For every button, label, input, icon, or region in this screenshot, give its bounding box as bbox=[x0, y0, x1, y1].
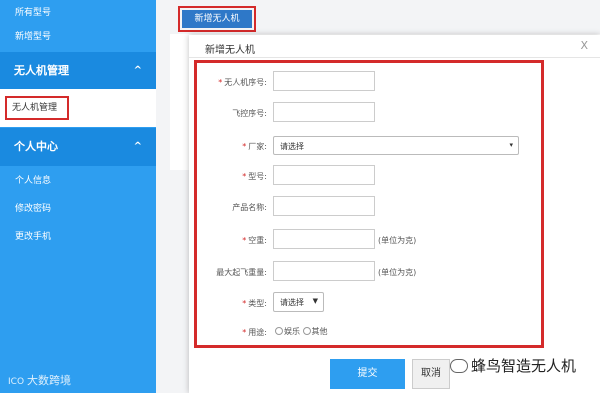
sidebar-item-all-models[interactable]: 所有型号 bbox=[0, 0, 156, 26]
required-mark: * bbox=[218, 78, 223, 87]
required-mark: * bbox=[242, 299, 247, 308]
empty-weight-unit: (单位为克) bbox=[378, 236, 417, 245]
usage-option-other[interactable]: 其他 bbox=[302, 327, 328, 336]
wechat-icon bbox=[450, 359, 468, 373]
max-takeoff-weight-input[interactable] bbox=[273, 261, 375, 281]
usage-label: * 用途: bbox=[197, 327, 267, 338]
required-mark: * bbox=[242, 142, 247, 151]
chevron-up-icon: ^ bbox=[133, 141, 142, 152]
model-input[interactable] bbox=[273, 165, 375, 185]
max-takeoff-weight-unit: (单位为克) bbox=[378, 268, 417, 277]
sidebar-item-label: 所有型号 bbox=[15, 8, 52, 18]
required-mark: * bbox=[242, 328, 247, 337]
sidebar-item-label: 修改密码 bbox=[15, 204, 52, 214]
label-text: 用途: bbox=[248, 328, 267, 337]
controller-serial-input[interactable] bbox=[273, 102, 375, 122]
usage-option-entertainment[interactable]: 娱乐 bbox=[275, 327, 300, 336]
sidebar-item-label: 新增型号 bbox=[15, 32, 52, 42]
type-label: * 类型: bbox=[197, 298, 267, 309]
add-drone-dialog: 新增无人机 X * 无人机序号: 飞控序号: * 厂家: 请选择 ▾ * 型号: 产品… bbox=[189, 35, 600, 393]
sidebar-item-change-password[interactable]: 修改密码 bbox=[0, 196, 156, 222]
required-mark: * bbox=[242, 172, 247, 181]
required-mark: * bbox=[242, 236, 247, 245]
product-name-input[interactable] bbox=[273, 196, 375, 216]
radio-icon bbox=[275, 327, 283, 335]
watermark-text: 蜂鸟智造无人机 bbox=[471, 357, 577, 375]
chevron-up-icon: ^ bbox=[133, 65, 142, 76]
submit-button[interactable]: 提交 bbox=[330, 359, 405, 389]
radio-label: 其他 bbox=[311, 327, 328, 336]
select-value: 请选择 bbox=[280, 298, 304, 307]
manufacturer-label: * 厂家: bbox=[197, 141, 267, 152]
manufacturer-select[interactable]: 请选择 ▾ bbox=[273, 136, 519, 155]
divider bbox=[189, 57, 600, 58]
sidebar-item-drone-management[interactable]: 无人机管理 bbox=[0, 89, 156, 127]
sidebar-item-label: 更改手机 bbox=[15, 232, 52, 242]
brand-logo: ICO 大数跨境 bbox=[8, 372, 71, 388]
max-takeoff-weight-label: 最大起飞重量: bbox=[197, 267, 267, 278]
logo-mark: ICO bbox=[8, 377, 25, 387]
label-text: 无人机序号: bbox=[224, 78, 267, 87]
sidebar-group-drone-management[interactable]: 无人机管理 ^ bbox=[0, 52, 156, 90]
label-text: 厂家: bbox=[248, 142, 267, 151]
radio-icon bbox=[302, 327, 311, 335]
sidebar-group-label: 无人机管理 bbox=[14, 64, 69, 77]
empty-weight-label: * 空重: bbox=[197, 235, 267, 246]
sidebar-group-label: 个人中心 bbox=[14, 140, 58, 153]
label-text: 型号: bbox=[248, 172, 267, 181]
close-icon[interactable]: X bbox=[580, 39, 588, 52]
product-name-label: 产品名称: bbox=[197, 202, 267, 213]
watermark: 蜂鸟智造无人机 bbox=[450, 355, 576, 376]
sidebar: 所有型号 新增型号 无人机管理 ^ 无人机管理 个人中心 ^ 个人信息 修改密码… bbox=[0, 0, 156, 393]
label-text: 飞控序号: bbox=[232, 109, 267, 118]
usage-radio-group: 娱乐 其他 bbox=[275, 326, 328, 337]
sidebar-group-personal-center[interactable]: 个人中心 ^ bbox=[0, 128, 156, 166]
model-label: * 型号: bbox=[197, 171, 267, 182]
label-text: 类型: bbox=[248, 299, 267, 308]
chevron-down-icon: ▾ bbox=[509, 141, 513, 149]
form-highlight-frame: * 无人机序号: 飞控序号: * 厂家: 请选择 ▾ * 型号: 产品名称: * 空重:… bbox=[194, 60, 544, 348]
sidebar-item-change-phone[interactable]: 更改手机 bbox=[0, 224, 156, 250]
cancel-button[interactable]: 取消 bbox=[412, 359, 450, 389]
controller-label: 飞控序号: bbox=[197, 108, 267, 119]
add-drone-button[interactable]: 新增无人机 bbox=[182, 10, 252, 28]
sidebar-item-new-model[interactable]: 新增型号 bbox=[0, 24, 156, 50]
serial-label: * 无人机序号: bbox=[197, 77, 267, 88]
label-text: 产品名称: bbox=[232, 203, 267, 212]
label-text: 空重: bbox=[248, 236, 267, 245]
empty-weight-input[interactable] bbox=[273, 229, 375, 249]
select-value: 请选择 bbox=[280, 142, 304, 151]
serial-input[interactable] bbox=[273, 71, 375, 91]
radio-label: 娱乐 bbox=[284, 327, 300, 336]
chevron-down-icon: ▼ bbox=[312, 297, 318, 305]
sidebar-item-label: 无人机管理 bbox=[5, 96, 69, 120]
add-drone-button-highlight: 新增无人机 bbox=[178, 6, 256, 32]
dialog-title: 新增无人机 bbox=[205, 45, 255, 56]
sidebar-item-label: 个人信息 bbox=[15, 176, 52, 186]
logo-text: 大数跨境 bbox=[27, 374, 72, 387]
label-text: 最大起飞重量: bbox=[216, 268, 267, 277]
type-select[interactable]: 请选择 ▼ bbox=[273, 292, 324, 312]
sidebar-item-personal-info[interactable]: 个人信息 bbox=[0, 168, 156, 194]
